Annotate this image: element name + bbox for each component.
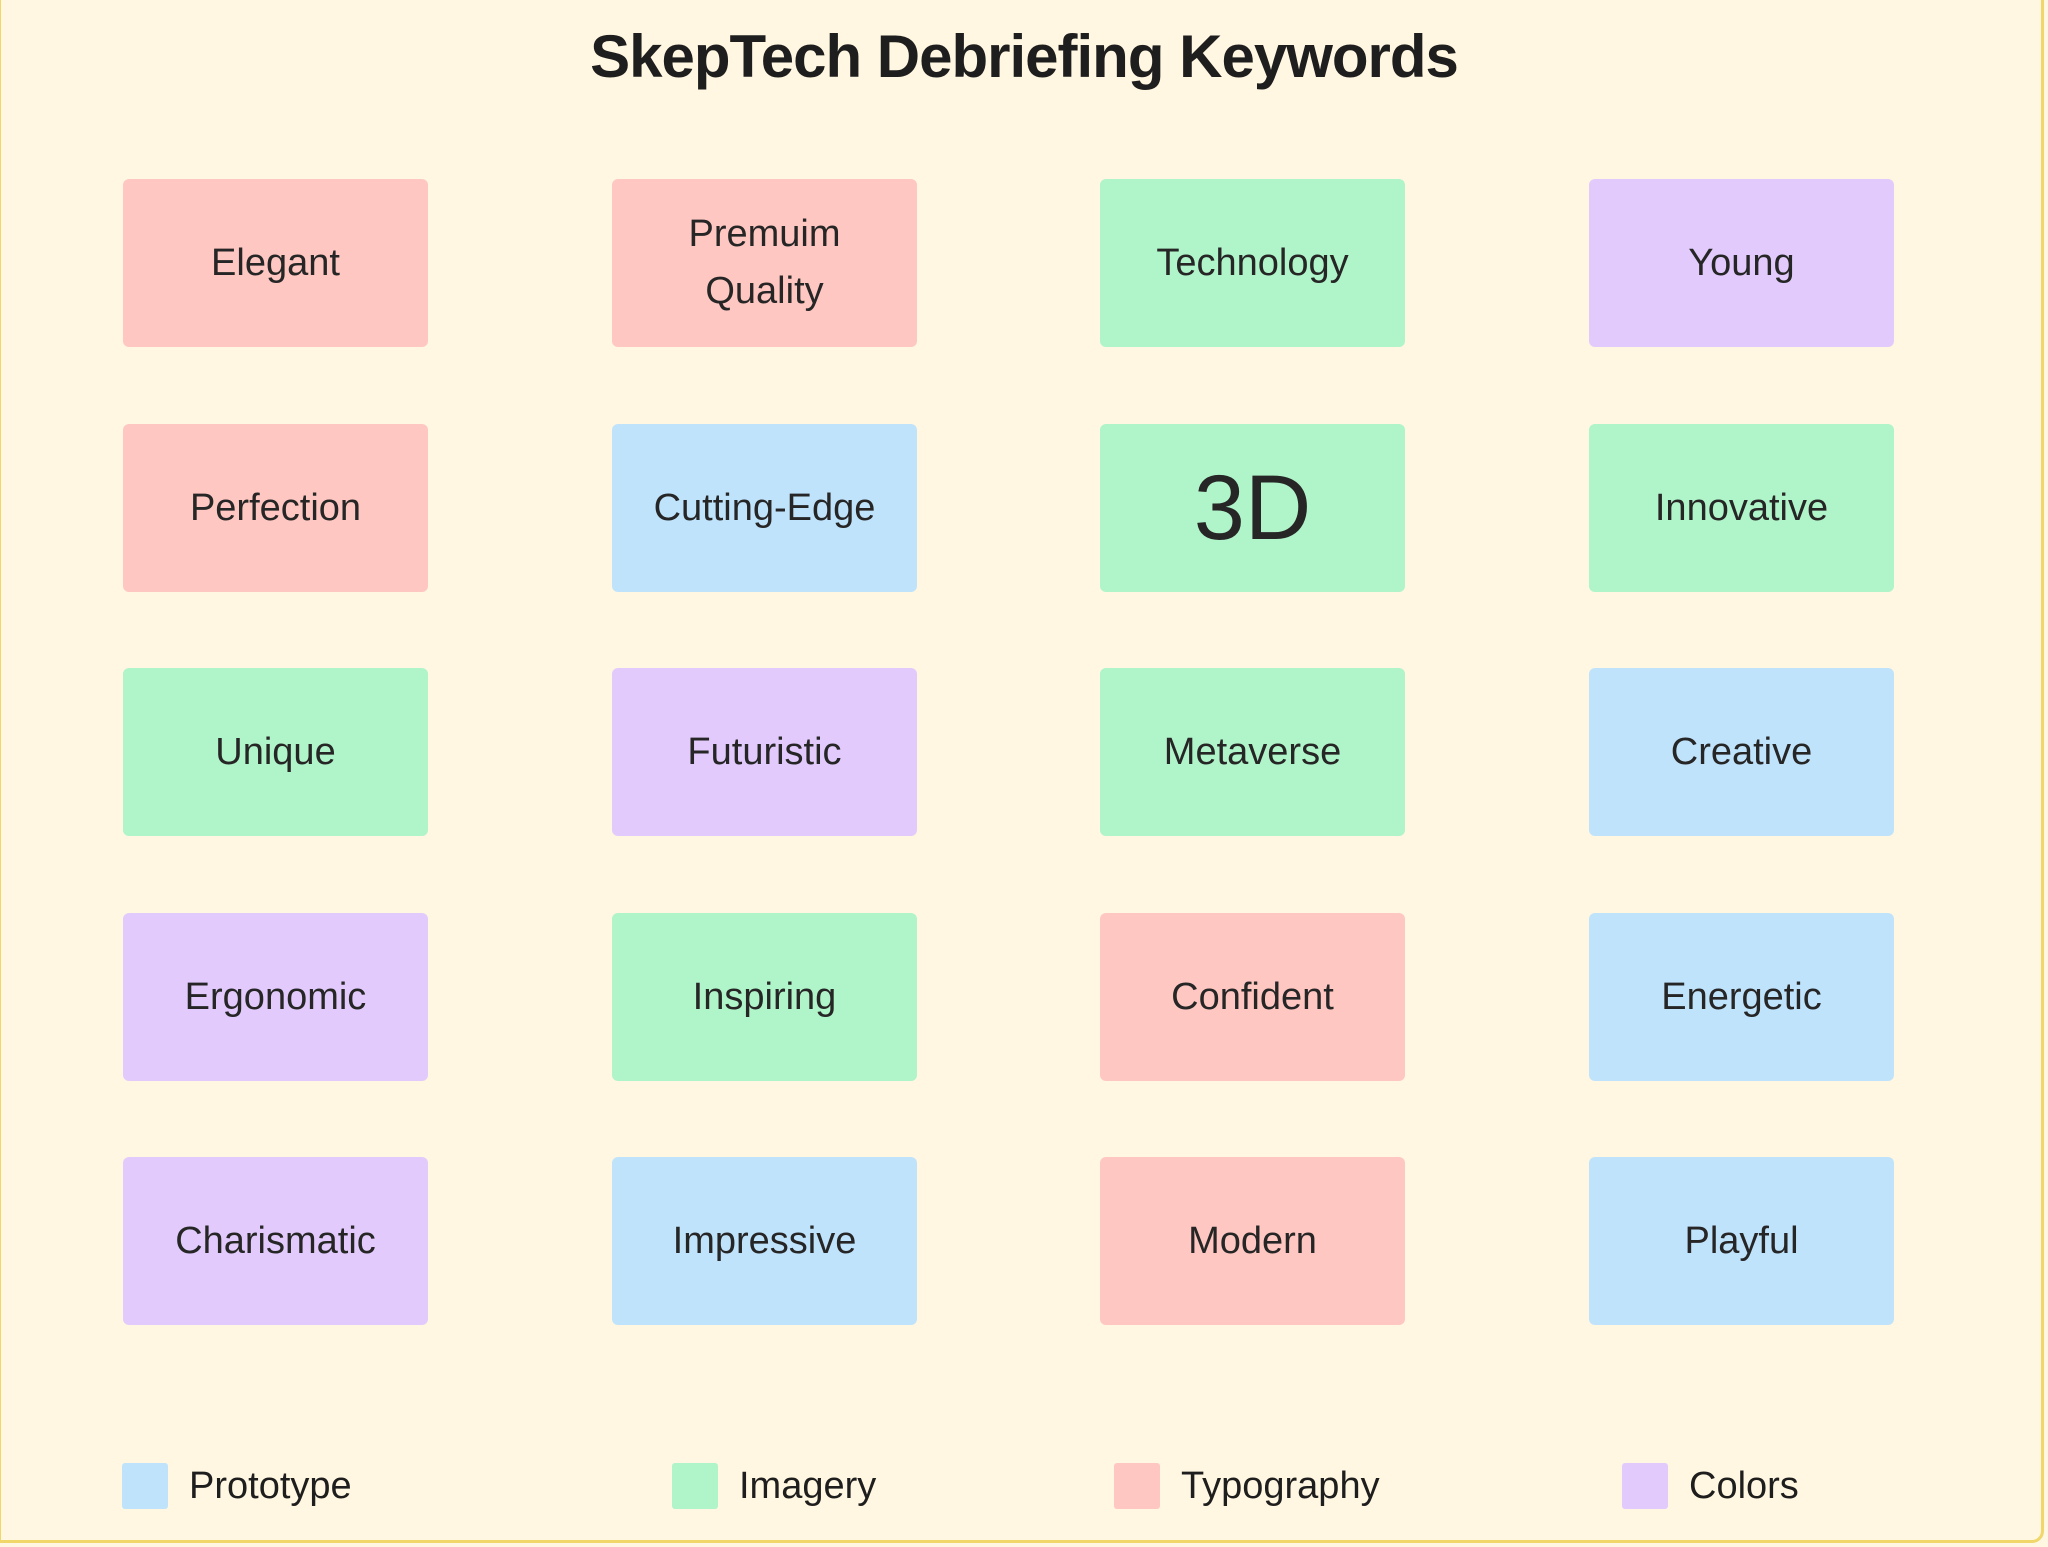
keyword-card[interactable]: Futuristic — [612, 668, 917, 836]
keyword-card[interactable]: Inspiring — [612, 913, 917, 1081]
legend-label: Typography — [1181, 1464, 1380, 1507]
legend-item-colors: Colors — [1622, 1463, 1799, 1509]
keyword-card[interactable]: Modern — [1100, 1157, 1405, 1325]
keyword-label: Young — [1688, 241, 1795, 284]
keyword-card[interactable]: Unique — [123, 668, 428, 836]
keyword-card[interactable]: Premuim Quality — [612, 179, 917, 347]
keyword-label: Charismatic — [175, 1219, 376, 1262]
legend-swatch — [1114, 1463, 1160, 1509]
legend-item-imagery: Imagery — [672, 1463, 876, 1509]
keyword-card[interactable]: Creative — [1589, 668, 1894, 836]
keyword-label: Inspiring — [692, 975, 837, 1018]
keyword-label: Impressive — [672, 1219, 857, 1262]
keyword-label: Technology — [1156, 241, 1349, 284]
keyword-card[interactable]: Cutting-Edge — [612, 424, 917, 592]
legend-label: Colors — [1689, 1464, 1799, 1507]
keyword-label: 3D — [1193, 457, 1312, 559]
keyword-card[interactable]: Young — [1589, 179, 1894, 347]
keyword-label: Energetic — [1661, 975, 1822, 1018]
keyword-label: Cutting-Edge — [653, 486, 876, 529]
keyword-label: Unique — [215, 730, 336, 773]
keyword-label: Elegant — [211, 241, 340, 284]
legend-label: Imagery — [739, 1464, 877, 1507]
keyword-label: Ergonomic — [184, 975, 367, 1018]
keyword-label: Playful — [1684, 1219, 1799, 1262]
keyword-card[interactable]: Charismatic — [123, 1157, 428, 1325]
keyword-card[interactable]: Confident — [1100, 913, 1405, 1081]
legend-item-typography: Typography — [1114, 1463, 1380, 1509]
keyword-label: Premuim Quality — [688, 213, 841, 312]
keyword-card[interactable]: Metaverse — [1100, 668, 1405, 836]
page-title: SkepTech Debriefing Keywords — [590, 23, 1459, 90]
legend-swatch — [672, 1463, 718, 1509]
legend-swatch — [122, 1463, 168, 1509]
keyword-label: Innovative — [1654, 486, 1829, 529]
keyword-card[interactable]: Innovative — [1589, 424, 1894, 592]
keyword-card[interactable]: Technology — [1100, 179, 1405, 347]
keyword-card[interactable]: Ergonomic — [123, 913, 428, 1081]
keyword-card[interactable]: Playful — [1589, 1157, 1894, 1325]
keyword-label: Perfection — [189, 486, 362, 529]
keyword-card[interactable]: Elegant — [123, 179, 428, 347]
keyword-card[interactable]: Energetic — [1589, 913, 1894, 1081]
keyword-card[interactable]: 3D — [1100, 424, 1405, 592]
keyword-card[interactable]: Perfection — [123, 424, 428, 592]
keyword-label: Metaverse — [1163, 730, 1342, 773]
keyword-label: Futuristic — [687, 730, 842, 773]
legend-label: Prototype — [189, 1464, 352, 1507]
legend-item-prototype: Prototype — [122, 1463, 352, 1509]
keyword-label: Modern — [1188, 1219, 1317, 1262]
keyword-label: Creative — [1670, 730, 1813, 773]
keyword-label: Confident — [1171, 975, 1334, 1018]
keyword-card[interactable]: Impressive — [612, 1157, 917, 1325]
legend-swatch — [1622, 1463, 1668, 1509]
